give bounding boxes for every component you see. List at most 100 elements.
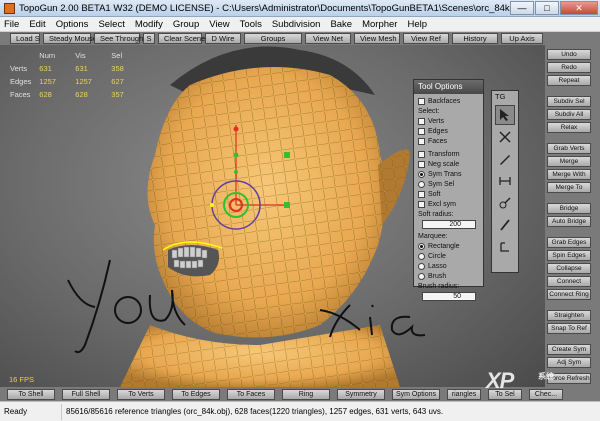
sym-options-button[interactable]: Sym Options — [392, 388, 440, 400]
see-through-button[interactable]: See Through — [94, 33, 143, 44]
menu-edit[interactable]: Edit — [29, 19, 45, 30]
select-edges-option[interactable]: Edges — [418, 126, 479, 136]
transform-option[interactable]: Transform — [418, 149, 479, 159]
full-shell-button[interactable]: Full Shell — [62, 388, 110, 400]
bridge-button[interactable]: Bridge — [547, 203, 591, 214]
select-tool-icon[interactable] — [495, 105, 515, 125]
soft-option[interactable]: Soft — [418, 189, 479, 199]
merge-to-button[interactable]: Merge To — [547, 182, 591, 193]
view-ref-button[interactable]: View Ref — [403, 33, 449, 44]
maximize-button[interactable]: □ — [535, 1, 559, 15]
view-mesh-button[interactable]: View Mesh — [354, 33, 400, 44]
verts-checkbox[interactable] — [418, 117, 425, 125]
to-verts-button[interactable]: To Verts — [117, 388, 165, 400]
subdiv-all-button[interactable]: Subdiv All — [547, 109, 591, 120]
tool-options-title[interactable]: Tool Options — [414, 80, 483, 94]
merge-button[interactable]: Merge — [547, 156, 591, 167]
sym-sel-radio[interactable] — [418, 180, 425, 188]
d-wire-button[interactable]: D Wire — [205, 33, 241, 44]
select-faces-option[interactable]: Faces — [418, 136, 479, 146]
merge-with-button[interactable]: Merge With — [547, 169, 591, 180]
transform-checkbox[interactable] — [418, 150, 425, 158]
marquee-circle-option[interactable]: Circle — [418, 251, 479, 261]
watermark-text: XP — [486, 368, 514, 393]
neg-scale-option[interactable]: Neg scale — [418, 159, 479, 169]
cut-tool-icon[interactable] — [495, 127, 515, 147]
brush-radio[interactable] — [418, 272, 425, 280]
to-faces-button[interactable]: To Faces — [227, 388, 275, 400]
menu-subdivision[interactable]: Subdivision — [272, 19, 321, 30]
history-button[interactable]: History — [452, 33, 498, 44]
marquee-rectangle-option[interactable]: Rectangle — [418, 241, 479, 251]
collapse-button[interactable]: Collapse — [547, 263, 591, 274]
rectangle-radio[interactable] — [418, 242, 425, 250]
sym-sel-option[interactable]: Sym Sel — [418, 179, 479, 189]
menu-file[interactable]: File — [4, 19, 19, 30]
sym-trans-radio[interactable] — [418, 170, 425, 178]
backfaces-checkbox[interactable] — [418, 97, 425, 105]
stats-label: Edges — [10, 77, 32, 86]
window-titlebar[interactable]: TopoGun 2.00 BETA1 W32 (DEMO LICENSE) - … — [0, 0, 600, 17]
undo-button[interactable]: Undo — [547, 49, 591, 60]
view-net-button[interactable]: View Net — [305, 33, 351, 44]
ring-button[interactable]: Ring — [282, 388, 330, 400]
menu-group[interactable]: Group — [173, 19, 199, 30]
edges-checkbox[interactable] — [418, 127, 425, 135]
adj-sym-button[interactable]: Adj Sym — [547, 357, 591, 368]
straighten-button[interactable]: Straighten — [547, 310, 591, 321]
load-scene-button[interactable]: Load S — [10, 33, 40, 44]
brush-radius-input[interactable]: 50 — [422, 292, 476, 301]
backfaces-option[interactable]: Backfaces — [418, 96, 479, 106]
brush-tool-icon[interactable] — [495, 215, 515, 235]
sym-trans-option[interactable]: Sym Trans — [418, 169, 479, 179]
triangles-button[interactable]: riangles — [447, 388, 481, 400]
spin-edges-button[interactable]: Spin Edges — [547, 250, 591, 261]
circle-radio[interactable] — [418, 252, 425, 260]
to-shell-button[interactable]: To Shell — [7, 388, 55, 400]
s-button[interactable]: S — [143, 33, 155, 44]
steady-mouse-button[interactable]: Steady Mouse — [43, 33, 97, 44]
lasso-radio[interactable] — [418, 262, 425, 270]
clear-scene-button[interactable]: Clear Scene — [158, 33, 205, 44]
grab-verts-button[interactable]: Grab Verts — [547, 143, 591, 154]
auto-bridge-button[interactable]: Auto Bridge — [547, 216, 591, 227]
marquee-brush-option[interactable]: Brush — [418, 271, 479, 281]
symmetry-button[interactable]: Symmetry — [337, 388, 385, 400]
excl-sym-checkbox[interactable] — [418, 200, 425, 208]
soft-radius-input[interactable]: 200 — [422, 220, 476, 229]
menu-options[interactable]: Options — [56, 19, 89, 30]
create-sym-button[interactable]: Create Sym — [547, 344, 591, 355]
bridge-tool-icon[interactable] — [495, 171, 515, 191]
relax-button[interactable]: Relax — [547, 122, 591, 133]
tweak-tool-icon[interactable] — [495, 237, 515, 257]
snap-to-ref-button[interactable]: Snap To Ref — [547, 323, 591, 334]
stats-value: 627 — [111, 77, 124, 86]
connect-ring-button[interactable]: Connect Ring — [547, 289, 591, 300]
menu-tools[interactable]: Tools — [240, 19, 262, 30]
menu-morpher[interactable]: Morpher — [362, 19, 397, 30]
neg-scale-checkbox[interactable] — [418, 160, 425, 168]
redo-button[interactable]: Redo — [547, 62, 591, 73]
to-edges-button[interactable]: To Edges — [172, 388, 220, 400]
close-button[interactable]: ✕ — [560, 1, 598, 15]
faces-checkbox[interactable] — [418, 137, 425, 145]
groups-button[interactable]: Groups — [244, 33, 302, 44]
soft-checkbox[interactable] — [418, 190, 425, 198]
up-axis-button[interactable]: Up Axis — [501, 33, 543, 44]
relax-tool-icon[interactable] — [495, 193, 515, 213]
top-toolbar: Load S Steady Mouse See Through S Clear … — [0, 32, 600, 45]
pen-tool-icon[interactable] — [495, 149, 515, 169]
grab-edges-button[interactable]: Grab Edges — [547, 237, 591, 248]
connect-button[interactable]: Connect — [547, 276, 591, 287]
marquee-lasso-option[interactable]: Lasso — [418, 261, 479, 271]
subdiv-sel-button[interactable]: Subdiv Sel — [547, 96, 591, 107]
select-verts-option[interactable]: Verts — [418, 116, 479, 126]
menu-view[interactable]: View — [209, 19, 229, 30]
minimize-button[interactable]: — — [510, 1, 534, 15]
menu-help[interactable]: Help — [407, 19, 427, 30]
repeat-button[interactable]: Repeat — [547, 75, 591, 86]
menu-select[interactable]: Select — [98, 19, 124, 30]
excl-sym-option[interactable]: Excl sym — [418, 199, 479, 209]
menu-bake[interactable]: Bake — [330, 19, 352, 30]
menu-modify[interactable]: Modify — [135, 19, 163, 30]
